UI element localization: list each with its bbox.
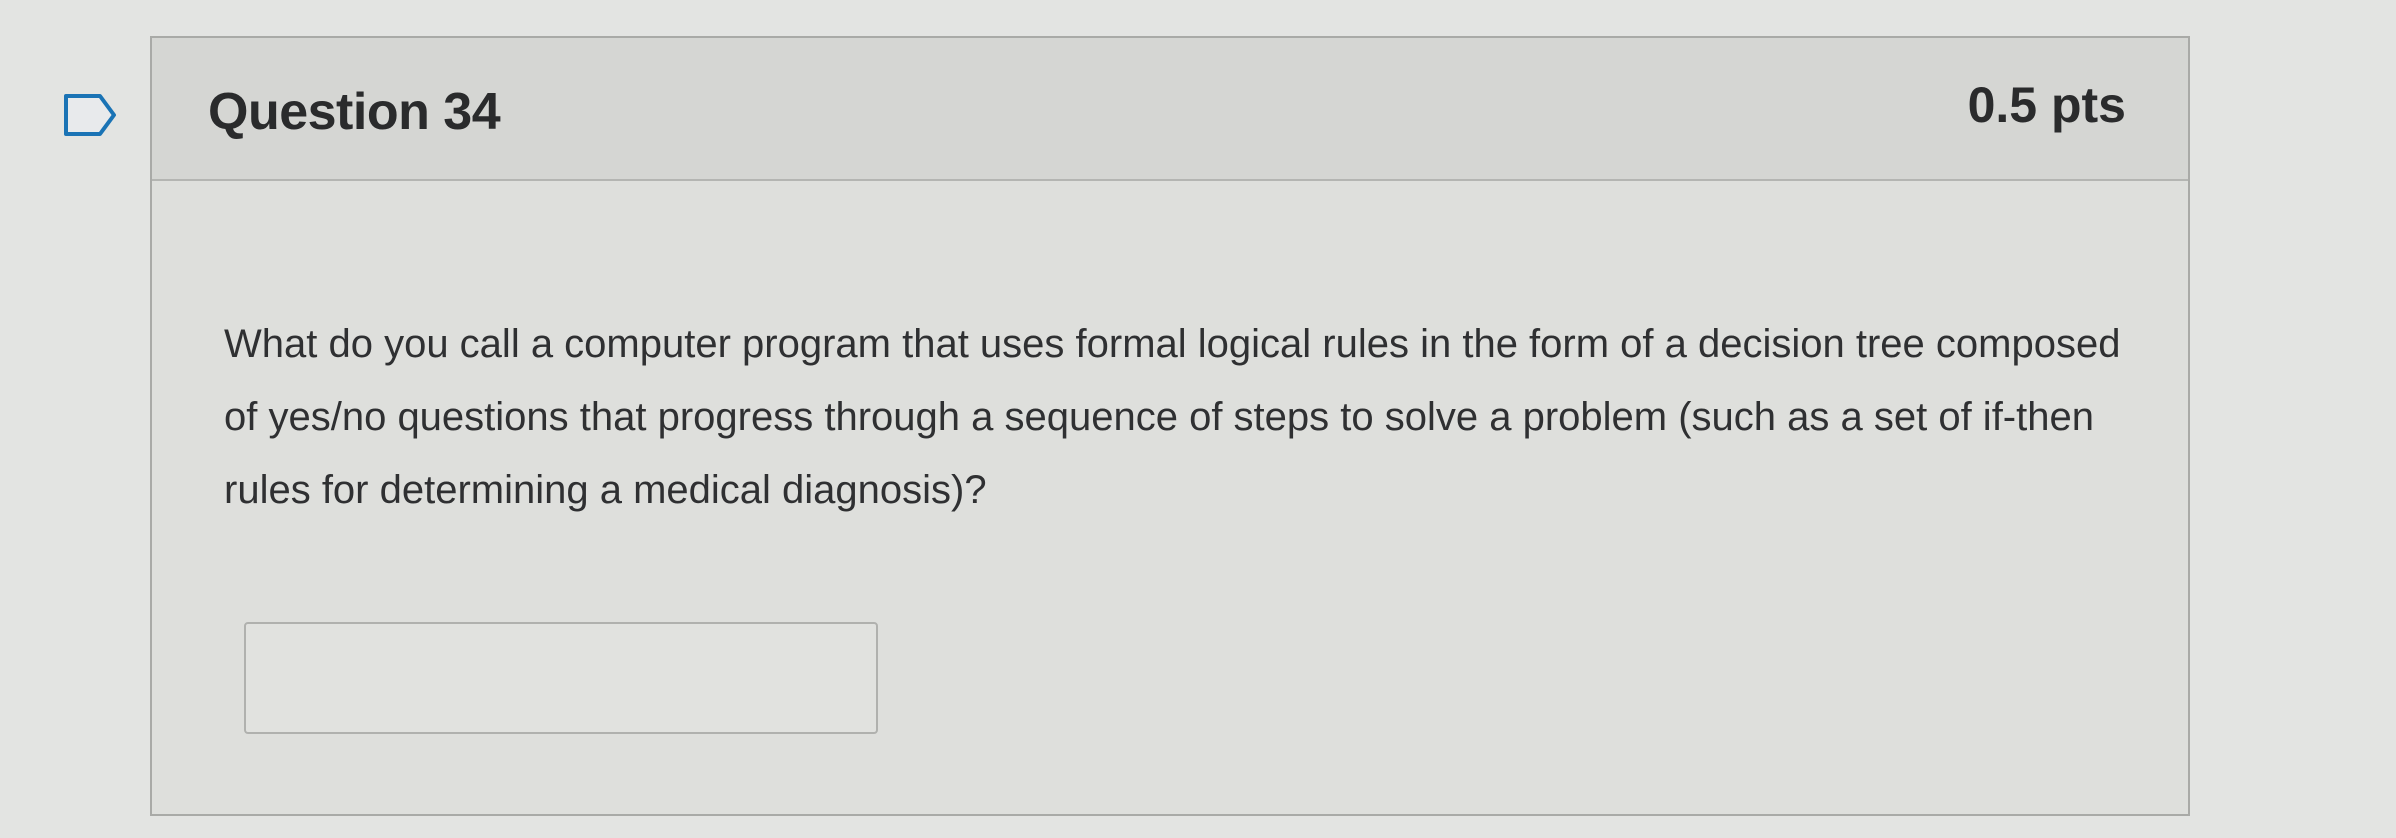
question-card: Question 34 0.5 pts What do you call a c… [150, 36, 2190, 816]
flag-question-icon[interactable] [62, 92, 118, 138]
question-text: What do you call a computer program that… [224, 322, 2121, 512]
question-title: Question 34 [208, 83, 501, 141]
question-header: Question 34 0.5 pts [152, 38, 2188, 181]
answer-input[interactable] [244, 622, 878, 734]
question-points: 0.5 pts [1967, 77, 2126, 133]
